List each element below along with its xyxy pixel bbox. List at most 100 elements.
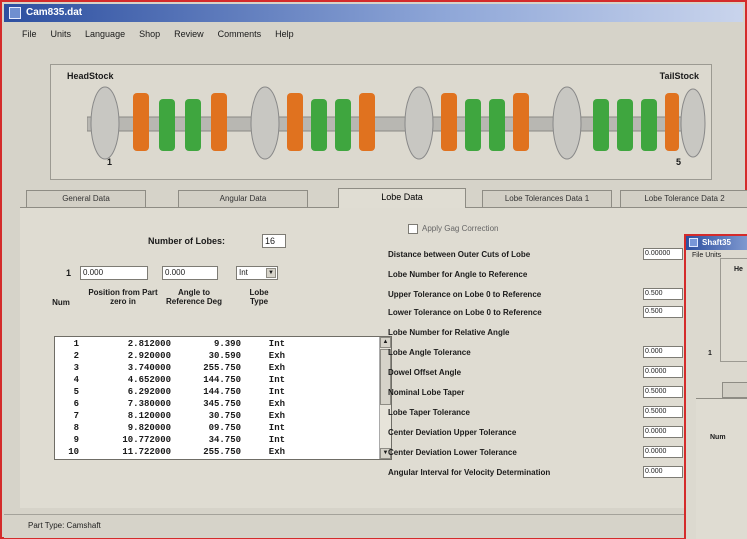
center-dev-upper-input[interactable]: 0.0000 xyxy=(643,426,683,438)
row-type: Int xyxy=(268,423,285,433)
menu-help[interactable]: Help xyxy=(273,26,296,42)
tab-general-data[interactable]: General Data xyxy=(26,190,146,207)
status-bar: Part Type: Camshaft xyxy=(4,514,743,538)
secondary-window-title: Shaft35 xyxy=(702,238,731,247)
table-row[interactable]: 7 8.120000 30.750 Exh xyxy=(55,411,375,422)
field-label: Dowel Offset Angle xyxy=(388,368,462,377)
lobe-type-select[interactable]: Int ▼ xyxy=(236,266,278,280)
row-position: 11.722000 xyxy=(122,447,171,457)
camshaft-graphic xyxy=(87,86,706,160)
app-icon xyxy=(689,238,698,247)
scroll-up-icon[interactable]: ▲ xyxy=(380,337,391,348)
lobe-exh-1 xyxy=(133,93,149,151)
menu-bar: File Units Language Shop Review Comments… xyxy=(20,26,296,42)
tab-angular-data[interactable]: Angular Data xyxy=(178,190,308,207)
secondary-headstock-label: He xyxy=(734,266,743,273)
lobe-angle-tolerance-input[interactable]: 0.000 xyxy=(643,346,683,358)
lobe-exh-4 xyxy=(359,93,375,151)
upper-tolerance-input[interactable]: 0.500 xyxy=(643,288,683,300)
row-position: 10.772000 xyxy=(122,435,171,445)
lobe-exh-6 xyxy=(513,93,529,151)
table-row[interactable]: 5 6.292000 144.750 Int xyxy=(55,387,375,398)
tab-strip: General Data Angular Data Lobe Data Lobe… xyxy=(20,188,747,209)
row-angle: 144.750 xyxy=(203,387,241,397)
menu-comments[interactable]: Comments xyxy=(216,26,264,42)
lobe-exh-5 xyxy=(441,93,457,151)
lobe-int-9 xyxy=(641,99,657,151)
tab-lobe-tolerances-1[interactable]: Lobe Tolerances Data 1 xyxy=(482,190,612,207)
right-journal-index: 5 xyxy=(675,157,681,167)
number-of-lobes-label: Number of Lobes: xyxy=(148,236,226,246)
col-angle: Angle to Reference Deg xyxy=(165,288,223,306)
field-label: Lower Tolerance on Lobe 0 to Reference xyxy=(388,308,542,317)
dowel-offset-angle-input[interactable]: 0.0000 xyxy=(643,366,683,378)
row-angle: 9.390 xyxy=(213,339,241,349)
nominal-lobe-taper-input[interactable]: 0.5000 xyxy=(643,386,683,398)
bearing-journal-2 xyxy=(250,86,280,160)
row-position: 8.120000 xyxy=(127,411,171,421)
row-num: 3 xyxy=(73,363,79,373)
menu-file[interactable]: File xyxy=(20,26,39,42)
bearing-journal-4 xyxy=(552,86,582,160)
secondary-window[interactable]: Shaft35 File Units He 1 Num xyxy=(684,234,747,539)
secondary-content xyxy=(696,398,747,539)
row-type: Int xyxy=(268,339,285,349)
row-type: Exh xyxy=(268,351,285,361)
lower-tolerance-input[interactable]: 0.500 xyxy=(643,306,683,318)
row-type: Exh xyxy=(268,411,285,421)
shaft-preview-panel: HeadStock TailStock 1 5 xyxy=(50,64,712,180)
row-num: 6 xyxy=(73,399,79,409)
secondary-tab[interactable] xyxy=(722,382,747,398)
row-num: 7 xyxy=(73,411,79,421)
distance-outer-cuts-input[interactable]: 0.00000 xyxy=(643,248,683,260)
lobe-int-5 xyxy=(465,99,481,151)
row-num: 9 xyxy=(73,435,79,445)
row-type: Int xyxy=(268,435,285,445)
title-bar[interactable]: Cam835.dat xyxy=(4,4,743,22)
table-row[interactable]: 6 7.380000 345.750 Exh xyxy=(55,399,375,410)
row-angle: 34.750 xyxy=(208,435,241,445)
app-icon xyxy=(9,7,21,19)
center-dev-lower-input[interactable]: 0.0000 xyxy=(643,446,683,458)
row-angle: 09.750 xyxy=(208,423,241,433)
menu-language[interactable]: Language xyxy=(83,26,127,42)
tab-lobe-data[interactable]: Lobe Data xyxy=(338,188,466,209)
headstock-label: HeadStock xyxy=(67,71,114,81)
field-label: Lobe Number for Angle to Reference xyxy=(388,270,528,279)
lobe-int-3 xyxy=(311,99,327,151)
main-window: Cam835.dat File Units Language Shop Revi… xyxy=(0,0,747,539)
row-angle: 30.750 xyxy=(208,411,241,421)
table-row[interactable]: 10 11.722000 255.750 Exh xyxy=(55,447,375,458)
row-position: 3.740000 xyxy=(127,363,171,373)
chevron-down-icon[interactable]: ▼ xyxy=(266,268,276,278)
menu-units[interactable]: Units xyxy=(49,26,74,42)
angle-entry-input[interactable]: 0.000 xyxy=(162,266,218,280)
table-row[interactable]: 2 2.920000 30.590 Exh xyxy=(55,351,375,362)
table-row[interactable]: 3 3.740000 255.750 Exh xyxy=(55,363,375,374)
menu-shop[interactable]: Shop xyxy=(137,26,162,42)
secondary-title-bar[interactable]: Shaft35 xyxy=(686,236,747,250)
lobe-list[interactable]: 1 2.812000 9.390 Int 2 2.920000 30.590 Exh 3 3.… xyxy=(54,336,392,460)
entry-lobe-number: 1 xyxy=(66,268,72,278)
apply-gag-checkbox[interactable] xyxy=(408,224,418,234)
field-label: Nominal Lobe Taper xyxy=(388,388,465,397)
lobe-int-4 xyxy=(335,99,351,151)
position-entry-input[interactable]: 0.000 xyxy=(80,266,148,280)
lobe-data-page: Number of Lobes: 16 1 0.000 0.000 Int ▼ … xyxy=(20,208,747,508)
angular-interval-input[interactable]: 0.000 xyxy=(643,466,683,478)
row-angle: 255.750 xyxy=(203,447,241,457)
row-position: 4.652000 xyxy=(127,375,171,385)
row-type: Exh xyxy=(268,363,285,373)
table-row[interactable]: 9 10.772000 34.750 Int xyxy=(55,435,375,446)
number-of-lobes-input[interactable]: 16 xyxy=(262,234,286,248)
menu-review[interactable]: Review xyxy=(172,26,206,42)
table-row[interactable]: 8 9.820000 09.750 Int xyxy=(55,423,375,434)
row-position: 9.820000 xyxy=(127,423,171,433)
table-row[interactable]: 1 2.812000 9.390 Int xyxy=(55,339,375,350)
tab-lobe-tolerance-2[interactable]: Lobe Tolerance Data 2 xyxy=(620,190,747,207)
lobe-taper-tolerance-input[interactable]: 0.5000 xyxy=(643,406,683,418)
table-row[interactable]: 4 4.652000 144.750 Int xyxy=(55,375,375,386)
field-label: Upper Tolerance on Lobe 0 to Reference xyxy=(388,290,542,299)
lobe-int-6 xyxy=(489,99,505,151)
window-title: Cam835.dat xyxy=(26,7,83,18)
